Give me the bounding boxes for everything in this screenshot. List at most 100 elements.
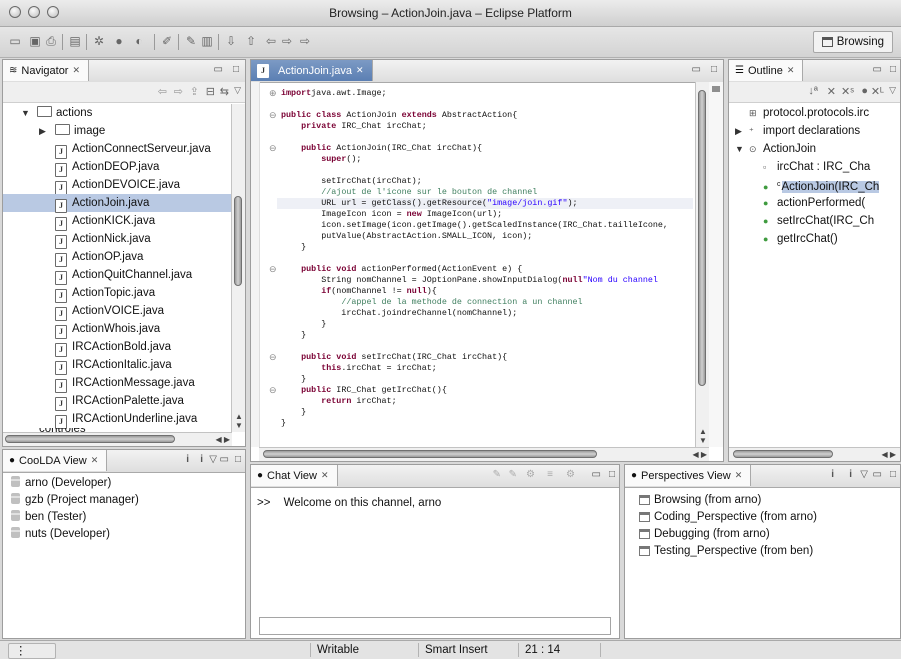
close-tab-icon[interactable]: ✕ xyxy=(72,65,80,76)
overview-marker[interactable] xyxy=(712,86,720,92)
save-icon[interactable]: ▣ xyxy=(28,34,42,48)
last-edit-icon[interactable]: ⇨ xyxy=(298,34,312,48)
list-icon[interactable]: ≡ xyxy=(547,469,553,480)
view-menu-icon[interactable]: ▽ xyxy=(209,454,217,465)
editor-vscroll[interactable]: ▲ ▼ xyxy=(695,82,709,447)
navigator-hscroll[interactable]: ◀ ▶ xyxy=(3,432,232,446)
tab-coolda[interactable]: ● CooLDA View ✕ xyxy=(3,450,108,471)
navigator-vscroll[interactable]: ▲ ▼ xyxy=(231,104,245,432)
tab-outline[interactable]: ☰ Outline ✕ xyxy=(729,60,804,81)
view-menu-icon[interactable]: ▽ xyxy=(234,85,241,96)
info-icon[interactable]: i xyxy=(200,454,203,465)
expanded-arrow-icon[interactable]: ▼ xyxy=(21,104,31,122)
scroll-arrows-icon[interactable]: ◀ ▶ xyxy=(692,450,707,459)
tree-row[interactable]: J ActionOP.java xyxy=(3,248,232,267)
editor-hscroll[interactable]: ◀ ▶ xyxy=(259,447,709,461)
edit-icon[interactable]: ✎ xyxy=(493,469,501,480)
tree-row[interactable]: J IRCActionMessage.java xyxy=(3,374,232,393)
minimize-icon[interactable]: ▭ xyxy=(214,64,223,75)
scroll-thumb[interactable] xyxy=(733,450,833,458)
prev-annotation-icon[interactable]: ⇧ xyxy=(244,34,258,48)
fold-collapse-icon[interactable]: ⊖ xyxy=(269,385,277,396)
tree-row[interactable]: J ActionVOICE.java xyxy=(3,302,232,321)
scroll-thumb[interactable] xyxy=(5,435,175,443)
collapsed-arrow-icon[interactable]: ▶ xyxy=(39,122,49,140)
info-icon[interactable]: i xyxy=(186,454,189,465)
scroll-thumb[interactable] xyxy=(698,90,706,386)
tree-row[interactable]: J ActionQuitChannel.java xyxy=(3,266,232,285)
open-type-icon[interactable]: ✐ xyxy=(160,34,174,48)
minimize-icon[interactable]: ▭ xyxy=(592,469,601,480)
fold-collapse-icon[interactable]: ⊖ xyxy=(269,352,277,363)
perspective-item[interactable]: Debugging (from arno) xyxy=(639,525,770,543)
info-icon[interactable]: i xyxy=(831,469,834,480)
minimize-icon[interactable]: ▭ xyxy=(873,469,882,480)
run-icon[interactable]: ● xyxy=(112,34,126,48)
maximize-icon[interactable]: □ xyxy=(890,64,896,75)
tree-row[interactable]: J ActionConnectServeur.java xyxy=(3,140,232,159)
next-annotation-icon[interactable]: ⇩ xyxy=(224,34,238,48)
scroll-arrows-icon[interactable]: ◀ ▶ xyxy=(215,435,230,444)
outline-row[interactable]: ● setIrcChat(IRC_Ch xyxy=(729,212,874,230)
up-icon[interactable]: ⇪ xyxy=(190,85,199,98)
tab-navigator[interactable]: ≋ Navigator ✕ xyxy=(3,60,90,81)
view-menu-icon[interactable]: ▽ xyxy=(860,469,868,480)
scroll-arrows-icon[interactable]: ▲ ▼ xyxy=(699,427,707,445)
outline-row[interactable]: ● getIrcChat() xyxy=(729,230,838,248)
tree-row[interactable]: J ActionKICK.java xyxy=(3,212,232,231)
perspective-button[interactable]: Browsing xyxy=(812,31,893,53)
close-tab-icon[interactable]: ✕ xyxy=(787,65,795,76)
outline-hscroll[interactable]: ◀ ▶ xyxy=(729,447,900,461)
tree-row[interactable]: J ActionJoin.java xyxy=(3,194,232,213)
outline-row[interactable]: ▶ ⁺ import declarations xyxy=(729,122,860,140)
twist-arrow-icon[interactable]: ▼ xyxy=(735,140,745,158)
perspective-item[interactable]: Testing_Perspective (from ben) xyxy=(639,542,813,560)
tab-actionjoin[interactable]: J ActionJoin.java ✕ xyxy=(251,60,373,81)
tab-perspectives[interactable]: ● Perspectives View ✕ xyxy=(625,465,752,486)
outline-row[interactable]: ● actionPerformed( xyxy=(729,194,865,212)
gear-icon[interactable]: ⚙ xyxy=(566,469,575,480)
user-item[interactable]: nuts (Developer) xyxy=(11,525,110,543)
maximize-icon[interactable]: □ xyxy=(609,469,615,480)
tree-row[interactable]: J IRCActionUnderline.java xyxy=(3,410,232,429)
maximize-icon[interactable]: □ xyxy=(235,454,241,465)
hide-static-icon[interactable]: ✕ˢ xyxy=(841,85,854,98)
tab-chat[interactable]: ● Chat View ✕ xyxy=(251,465,338,486)
outline-row[interactable]: ● cActionJoin(IRC_Ch xyxy=(729,176,880,194)
tree-row[interactable]: ▶ image xyxy=(3,122,232,140)
forward-icon[interactable]: ⇨ xyxy=(174,85,183,98)
outline-row[interactable]: ▼ ⊙ ActionJoin xyxy=(729,140,816,158)
minimize-icon[interactable]: ▭ xyxy=(220,454,229,465)
outline-row[interactable]: ⊞ protocol.protocols.irc xyxy=(729,104,869,122)
toggle-mark-icon[interactable]: ▥ xyxy=(200,34,214,48)
close-tab-icon[interactable]: ✕ xyxy=(91,455,99,466)
external-tools-icon[interactable]: ◐ xyxy=(132,34,146,48)
hide-local-types-icon[interactable]: ✕ᴸ xyxy=(871,85,884,98)
close-tab-icon[interactable]: ✕ xyxy=(735,470,743,481)
tree-row[interactable]: J ActionDEVOICE.java xyxy=(3,176,232,195)
hide-fields-icon[interactable]: ✕ xyxy=(827,85,836,98)
scroll-thumb[interactable] xyxy=(263,450,597,458)
tree-row[interactable]: J IRCActionItalic.java xyxy=(3,356,232,375)
scroll-thumb[interactable] xyxy=(234,196,242,286)
outline-row[interactable]: ▫ ircChat : IRC_Cha xyxy=(729,158,870,176)
close-tab-icon[interactable]: ✕ xyxy=(321,470,329,481)
maximize-icon[interactable]: □ xyxy=(711,64,717,75)
user-item[interactable]: ben (Tester) xyxy=(11,508,86,526)
maximize-icon[interactable]: □ xyxy=(890,469,896,480)
fold-expand-icon[interactable]: ⊕ xyxy=(269,88,277,99)
info-icon[interactable]: i xyxy=(849,469,852,480)
tree-row[interactable]: J ActionWhois.java xyxy=(3,320,232,339)
scroll-arrows-icon[interactable]: ▲ ▼ xyxy=(235,412,243,430)
fold-collapse-icon[interactable]: ⊖ xyxy=(269,143,277,154)
fold-collapse-icon[interactable]: ⊖ xyxy=(269,264,277,275)
minimize-icon[interactable]: ▭ xyxy=(873,64,882,75)
build-icon[interactable]: ▤ xyxy=(68,34,82,48)
back-icon[interactable]: ⇦ xyxy=(158,85,167,98)
edit-icon[interactable]: ✎ xyxy=(509,469,517,480)
forward-icon[interactable]: ⇨ xyxy=(280,34,294,48)
tree-row[interactable]: ▼ actions xyxy=(3,104,232,122)
tree-row[interactable]: J ActionNick.java xyxy=(3,230,232,249)
fold-collapse-icon[interactable]: ⊖ xyxy=(269,110,277,121)
link-editor-icon[interactable]: ⇆ xyxy=(220,85,229,98)
